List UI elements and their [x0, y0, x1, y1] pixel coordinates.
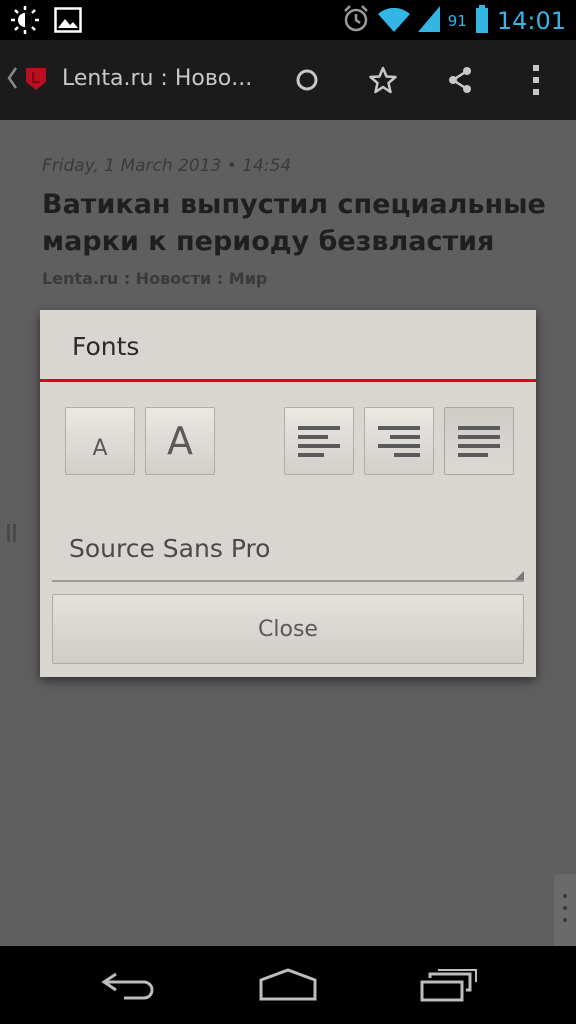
recent-apps-icon[interactable]	[420, 968, 478, 1006]
action-bar-title[interactable]: Lenta.ru : Ново...	[62, 66, 252, 91]
circle-icon[interactable]	[289, 62, 325, 98]
font-family-select[interactable]: Source Sans Pro	[52, 520, 524, 582]
overflow-menu-icon[interactable]	[518, 62, 554, 98]
close-button[interactable]: Close	[52, 594, 524, 664]
align-right-icon	[378, 424, 420, 458]
lenta-logo-icon[interactable]	[24, 66, 48, 96]
increase-font-label: A	[167, 419, 193, 463]
dialog-title: Fonts	[72, 332, 140, 361]
dialog-title-divider	[40, 379, 536, 382]
battery-icon	[475, 5, 489, 37]
dropdown-corner-icon	[515, 571, 524, 580]
align-justify-icon	[458, 424, 500, 458]
battery-level: 91	[447, 12, 467, 30]
status-bar: 91 14:01	[0, 0, 576, 40]
back-chevron-icon[interactable]	[6, 66, 18, 96]
action-bar: Lenta.ru : Ново...	[0, 40, 576, 120]
status-notifications	[10, 6, 82, 38]
home-icon[interactable]	[258, 968, 318, 1006]
signal-icon	[417, 6, 440, 36]
align-left-button[interactable]	[284, 407, 354, 475]
increase-font-size-button[interactable]: A	[145, 407, 215, 475]
font-family-value: Source Sans Pro	[69, 534, 271, 563]
fonts-dialog: Fonts A A Source Sans Pro Close	[40, 310, 536, 677]
decrease-font-label: A	[92, 435, 108, 461]
align-right-button[interactable]	[364, 407, 434, 475]
star-icon[interactable]	[365, 62, 401, 98]
brightness-icon	[10, 6, 40, 38]
side-drag-handle-icon[interactable]	[7, 524, 17, 544]
share-icon[interactable]	[442, 62, 478, 98]
article-source[interactable]: Lenta.ru : Новости : Мир	[42, 269, 267, 288]
close-button-label: Close	[258, 616, 318, 642]
navigation-bar	[0, 946, 576, 1024]
align-justify-button[interactable]	[444, 407, 514, 475]
wifi-icon	[377, 6, 410, 36]
corner-drag-handle-icon[interactable]	[554, 874, 576, 946]
image-icon	[54, 7, 82, 37]
article-title: Ватикан выпустил специальные марки к пер…	[42, 189, 546, 257]
article-date: Friday, 1 March 2013 • 14:54	[42, 156, 292, 176]
status-time: 14:01	[496, 7, 566, 35]
status-system: 91 14:01	[342, 4, 566, 38]
alarm-icon	[342, 4, 370, 38]
decrease-font-size-button[interactable]: A	[65, 407, 135, 475]
back-icon[interactable]	[100, 968, 156, 1006]
align-left-icon	[298, 424, 340, 458]
